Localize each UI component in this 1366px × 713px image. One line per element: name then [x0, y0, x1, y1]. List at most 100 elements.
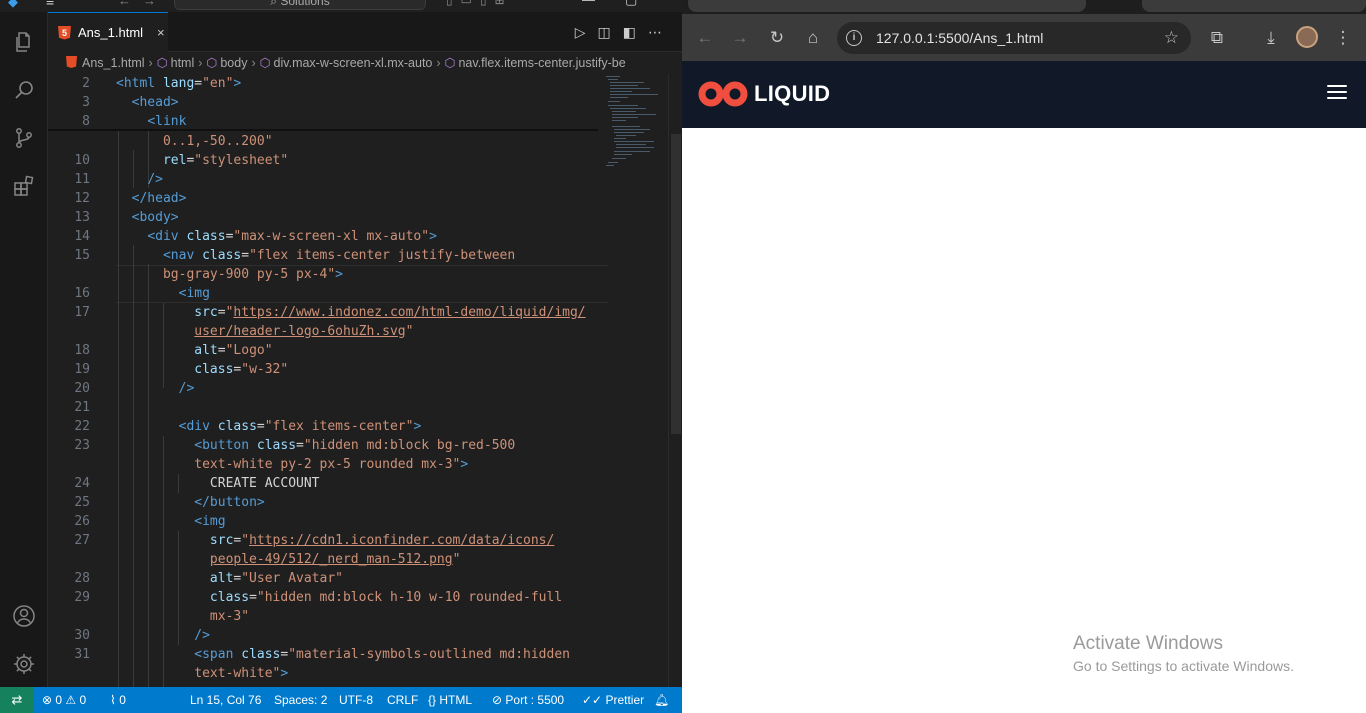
- run-icon[interactable]: ▷: [575, 24, 598, 40]
- code-token: ": [405, 324, 414, 339]
- logo-text[interactable]: LIQUID: [754, 81, 830, 107]
- scrollbar-thumb[interactable]: [671, 134, 681, 434]
- code-token: ": [452, 552, 461, 567]
- code-token: =: [194, 76, 203, 91]
- code-token: src: [194, 305, 218, 320]
- code-token: =: [241, 248, 250, 263]
- tab-ans-1-html[interactable]: 5 Ans_1.html ×: [48, 12, 168, 52]
- code-line: 12 </head>: [48, 189, 608, 208]
- code-token: class: [209, 590, 250, 605]
- breadcrumb-item[interactable]: div.max-w-screen-xl.mx-auto: [274, 56, 433, 70]
- split-editor-icon[interactable]: ◧: [623, 24, 648, 40]
- eol-status[interactable]: CRLF: [387, 687, 418, 713]
- explorer-icon[interactable]: [12, 30, 36, 54]
- breadcrumb-item[interactable]: html: [171, 56, 195, 70]
- layout-toggle-icons[interactable]: ▯▭▯⊞: [446, 0, 513, 7]
- indentation-status[interactable]: Spaces: 2: [274, 687, 327, 713]
- code-token: />: [178, 381, 195, 396]
- code-token: <div: [178, 419, 210, 434]
- source-control-icon[interactable]: [12, 126, 36, 150]
- home-icon[interactable]: ⌂: [802, 27, 824, 49]
- code-text: people-49/512/_nerd_man-512.png": [116, 550, 460, 569]
- download-icon[interactable]: ⤓: [1260, 27, 1282, 49]
- minimap[interactable]: [604, 74, 668, 174]
- command-center[interactable]: ⌕ Solutions: [174, 0, 426, 10]
- line-number: 21: [74, 400, 90, 415]
- line-number: 12: [74, 191, 90, 206]
- editor-scrollbar[interactable]: [668, 74, 682, 687]
- code-token: class: [194, 362, 234, 377]
- url-text[interactable]: 127.0.0.1:5500/Ans_1.html: [876, 22, 1043, 54]
- code-line: 13 <body>: [48, 208, 608, 227]
- browser-tab[interactable]: [1142, 0, 1366, 12]
- code-editor[interactable]: 2 <html lang="en"> 3 <head> 8 <link 0..1,…: [48, 74, 608, 687]
- prettier-status[interactable]: ✓✓ Prettier: [582, 687, 644, 713]
- code-line: 14 <div class="max-w-screen-xl mx-auto">: [48, 227, 608, 246]
- prettier-label: Prettier: [605, 693, 645, 707]
- code-link[interactable]: https://www.indonez.com/html-demo/liquid…: [233, 305, 585, 320]
- code-token: "User Avatar": [241, 571, 343, 586]
- code-text: src="https://www.indonez.com/html-demo/l…: [116, 303, 585, 322]
- code-token: "Logo": [225, 343, 273, 358]
- code-text: <div class="max-w-screen-xl mx-auto">: [116, 227, 437, 246]
- code-token: CREATE ACCOUNT: [209, 476, 320, 491]
- search-icon[interactable]: [12, 78, 36, 102]
- menu-icon[interactable]: ≡: [46, 0, 54, 9]
- extensions-icon[interactable]: [12, 174, 36, 198]
- breadcrumb-item[interactable]: Ans_1.html: [82, 56, 145, 70]
- bookmark-star-icon[interactable]: ☆: [1164, 22, 1179, 54]
- breadcrumb-item[interactable]: body: [220, 56, 247, 70]
- cursor-position[interactable]: Ln 15, Col 76: [190, 687, 261, 713]
- hamburger-menu-icon[interactable]: [1327, 85, 1347, 101]
- live-server-port[interactable]: ⊘ Port : 5500: [492, 687, 564, 713]
- code-link[interactable]: people-49/512/_nerd_man-512.png: [210, 552, 453, 567]
- more-icon[interactable]: ⋯: [648, 24, 674, 40]
- code-text: mx-3": [116, 607, 249, 626]
- code-text: />: [116, 626, 210, 645]
- code-token: >: [233, 76, 242, 91]
- code-token: lang: [155, 76, 195, 91]
- code-text: <img: [116, 284, 210, 303]
- chevron-right-icon: ›: [436, 56, 441, 70]
- settings-gear-icon[interactable]: [12, 652, 36, 676]
- remote-indicator-icon[interactable]: ⇄: [0, 687, 34, 713]
- history-nav-icons[interactable]: ←→: [118, 0, 168, 8]
- port-label: Port : 5500: [505, 693, 565, 707]
- reload-icon[interactable]: ↻: [766, 27, 788, 49]
- status-bar: ⇄ ⊗ 0 ⚠ 0 ⌇ 0 Ln 15, Col 76 Spaces: 2 UT…: [0, 687, 682, 713]
- extensions-puzzle-icon[interactable]: ⧉: [1206, 27, 1228, 49]
- notifications-bell-icon[interactable]: 🔔︎: [654, 687, 669, 713]
- profile-avatar-icon[interactable]: [1296, 26, 1318, 48]
- problems-status[interactable]: ⊗ 0 ⚠ 0: [42, 687, 86, 713]
- code-text: alt="Logo": [116, 341, 273, 360]
- back-arrow-icon[interactable]: ←: [694, 27, 716, 49]
- code-line: 30 />: [48, 626, 608, 645]
- encoding-status[interactable]: UTF-8: [339, 687, 373, 713]
- liquid-logo-icon[interactable]: [698, 81, 748, 107]
- forward-arrow-icon[interactable]: →: [729, 27, 751, 49]
- tab-close-icon[interactable]: ×: [157, 25, 165, 40]
- code-link[interactable]: user/header-logo-6ohuZh.svg: [194, 324, 405, 339]
- code-token: alt: [209, 571, 234, 586]
- browser-tab[interactable]: [688, 0, 1086, 12]
- line-number: 16: [74, 286, 90, 301]
- code-token: <html: [116, 76, 156, 91]
- ports-status[interactable]: ⌇ 0: [110, 687, 126, 713]
- window-controls[interactable]: —▢: [582, 0, 667, 8]
- code-line: bg-gray-900 py-5 px-4">: [48, 265, 608, 284]
- address-bar[interactable]: i 127.0.0.1:5500/Ans_1.html ☆: [837, 22, 1191, 54]
- kebab-menu-icon[interactable]: ⋮: [1332, 27, 1354, 49]
- html5-file-icon: [66, 56, 77, 68]
- code-token: "max-w-screen-xl mx-auto": [233, 229, 430, 244]
- vscode-titlebar: ◆ ≡ ←→ ⌕ Solutions ▯▭▯⊞ —▢: [0, 0, 682, 12]
- code-link[interactable]: https://cdn1.iconfinder.com/data/icons/: [249, 533, 554, 548]
- code-token: "en": [202, 76, 234, 91]
- open-preview-icon[interactable]: ◫: [598, 24, 623, 40]
- line-number: 22: [74, 419, 90, 434]
- code-token: class: [209, 419, 257, 434]
- breadcrumb-item[interactable]: nav.flex.items-center.justify-be: [458, 56, 625, 70]
- account-icon[interactable]: [12, 604, 36, 628]
- site-info-icon[interactable]: i: [846, 30, 862, 46]
- element-icon: ⬡: [156, 56, 168, 70]
- language-mode[interactable]: {} HTML: [428, 687, 472, 713]
